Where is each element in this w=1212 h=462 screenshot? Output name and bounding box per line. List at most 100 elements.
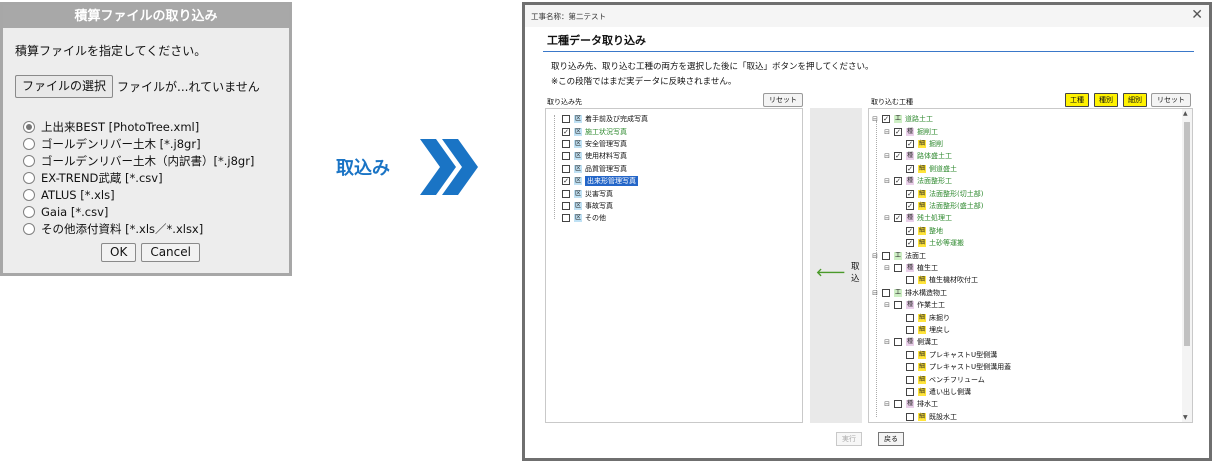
work-type-item[interactable]: ⊟ 工法面工 — [871, 249, 926, 261]
checkbox[interactable] — [894, 400, 902, 409]
work-type-item[interactable]: ⊟ 種植生工 — [883, 262, 938, 274]
destination-item[interactable]: 区着手前及び完成写真 — [562, 113, 648, 125]
checkbox[interactable] — [906, 325, 914, 334]
collapse-icon[interactable]: ⊟ — [871, 252, 879, 260]
radio-button[interactable] — [23, 137, 35, 150]
destination-item[interactable]: 区災害写真 — [562, 187, 613, 199]
work-type-item[interactable]: 細側道盛土 — [895, 163, 957, 175]
checkbox[interactable] — [882, 251, 890, 260]
destination-item[interactable]: 区出来形管理写真 — [562, 175, 638, 187]
format-option[interactable]: 上出来BEST [PhotoTree.xml] — [23, 118, 254, 135]
radio-button[interactable] — [23, 154, 35, 167]
collapse-icon[interactable]: ⊟ — [871, 115, 879, 123]
collapse-icon[interactable]: ⊟ — [871, 289, 879, 297]
work-type-item[interactable]: 細法面整形(切土部) — [895, 187, 983, 199]
checkbox[interactable] — [894, 152, 902, 161]
format-option[interactable]: Gaia [*.csv] — [23, 203, 254, 220]
work-type-item[interactable]: 細床掘り — [895, 311, 950, 323]
work-type-item[interactable]: 細土砂等運搬 — [895, 237, 964, 249]
checkbox[interactable] — [562, 152, 570, 161]
checkbox[interactable] — [906, 350, 914, 359]
checkbox[interactable] — [894, 301, 902, 310]
checkbox[interactable] — [906, 201, 914, 210]
work-type-item[interactable]: ⊟ 種残土処理工 — [883, 212, 952, 224]
checkbox[interactable] — [562, 177, 570, 186]
checkbox[interactable] — [906, 189, 914, 198]
checkbox[interactable] — [882, 288, 890, 297]
radio-button[interactable] — [23, 188, 35, 201]
scroll-down-icon[interactable]: ▼ — [1183, 414, 1188, 421]
take-button[interactable]: 🡐 取込 — [816, 260, 862, 284]
checkbox[interactable] — [894, 214, 902, 223]
checkbox[interactable] — [906, 276, 914, 285]
checkbox[interactable] — [906, 139, 914, 148]
ok-button[interactable]: OK — [101, 243, 137, 262]
collapse-icon[interactable]: ⊟ — [883, 301, 891, 309]
checkbox[interactable] — [906, 239, 914, 248]
source-reset-button[interactable]: リセット — [1151, 93, 1191, 107]
checkbox[interactable] — [906, 363, 914, 372]
radio-button[interactable] — [23, 222, 35, 235]
work-type-item[interactable]: ⊟ 種法面整形工 — [883, 175, 952, 187]
collapse-icon[interactable]: ⊟ — [883, 338, 891, 346]
work-type-item[interactable]: ⊟ 種排水工 — [883, 398, 938, 410]
destination-item[interactable]: 区事故写真 — [562, 200, 613, 212]
checkbox[interactable] — [894, 177, 902, 186]
checkbox[interactable] — [906, 164, 914, 173]
destination-item[interactable]: 区安全管理写真 — [562, 138, 627, 150]
work-type-item[interactable]: 細整地 — [895, 225, 943, 237]
work-type-item[interactable]: ⊟ 種側溝工 — [883, 336, 938, 348]
radio-button[interactable] — [23, 120, 35, 133]
collapse-icon[interactable]: ⊟ — [883, 400, 891, 408]
work-type-item[interactable]: 細埋戻し — [895, 324, 950, 336]
checkbox[interactable] — [894, 127, 902, 136]
format-option[interactable]: ゴールデンリバー土木 [*.j8gr] — [23, 135, 254, 152]
choose-file-button[interactable]: ファイルの選択 — [15, 75, 114, 98]
work-type-item[interactable]: 細既設水工 — [895, 411, 957, 422]
checkbox[interactable] — [562, 139, 570, 148]
run-button[interactable]: 実行 — [836, 432, 862, 446]
format-option[interactable]: その他添付資料 [*.xls／*.xlsx] — [23, 220, 254, 237]
collapse-icon[interactable]: ⊟ — [883, 214, 891, 222]
destination-item[interactable]: 区使用材料写真 — [562, 150, 627, 162]
work-type-item[interactable]: ⊟ 種作業土工 — [883, 299, 945, 311]
checkbox[interactable] — [562, 115, 570, 124]
checkbox[interactable] — [894, 263, 902, 272]
radio-button[interactable] — [23, 205, 35, 218]
work-type-item[interactable]: 細植生機材吹付工 — [895, 274, 978, 286]
back-button[interactable]: 戻る — [878, 432, 904, 446]
subcategory-button[interactable]: 細別 — [1123, 93, 1147, 107]
checkbox[interactable] — [906, 375, 914, 384]
work-type-button[interactable]: 工種 — [1065, 93, 1089, 107]
checkbox[interactable] — [562, 189, 570, 198]
radio-button[interactable] — [23, 171, 35, 184]
work-type-item[interactable]: 細ベンチフリューム — [895, 373, 985, 385]
checkbox[interactable] — [894, 338, 902, 347]
scrollbar-thumb[interactable] — [1184, 122, 1190, 346]
work-type-item[interactable]: 細遣い出し側溝 — [895, 386, 971, 398]
checkbox[interactable] — [562, 164, 570, 173]
work-type-item[interactable]: 細プレキャストU型側溝用蓋 — [895, 361, 1011, 373]
destination-item[interactable]: 区施工状況写真 — [562, 125, 627, 137]
collapse-icon[interactable]: ⊟ — [883, 152, 891, 160]
work-type-item[interactable]: 細プレキャストU型側溝 — [895, 349, 997, 361]
category-button[interactable]: 種別 — [1094, 93, 1118, 107]
scrollbar[interactable]: ▲ ▼ — [1182, 109, 1192, 422]
destination-reset-button[interactable]: リセット — [763, 93, 803, 107]
checkbox[interactable] — [906, 387, 914, 396]
close-icon[interactable]: ✕ — [1191, 7, 1203, 23]
work-type-item[interactable]: 細法面整形(盛土部) — [895, 200, 983, 212]
work-type-item[interactable]: 細掘削 — [895, 138, 943, 150]
checkbox[interactable] — [562, 127, 570, 136]
work-type-item[interactable]: ⊟ 工道路土工 — [871, 113, 933, 125]
scroll-up-icon[interactable]: ▲ — [1183, 110, 1188, 117]
destination-item[interactable]: 区品質管理写真 — [562, 163, 627, 175]
format-option[interactable]: ATLUS [*.xls] — [23, 186, 254, 203]
destination-item[interactable]: 区その他 — [562, 212, 606, 224]
checkbox[interactable] — [906, 313, 914, 322]
work-type-item[interactable]: ⊟ 種掘削工 — [883, 125, 938, 137]
checkbox[interactable] — [562, 201, 570, 210]
checkbox[interactable] — [906, 226, 914, 235]
checkbox[interactable] — [562, 214, 570, 223]
format-option[interactable]: EX-TREND武蔵 [*.csv] — [23, 169, 254, 186]
